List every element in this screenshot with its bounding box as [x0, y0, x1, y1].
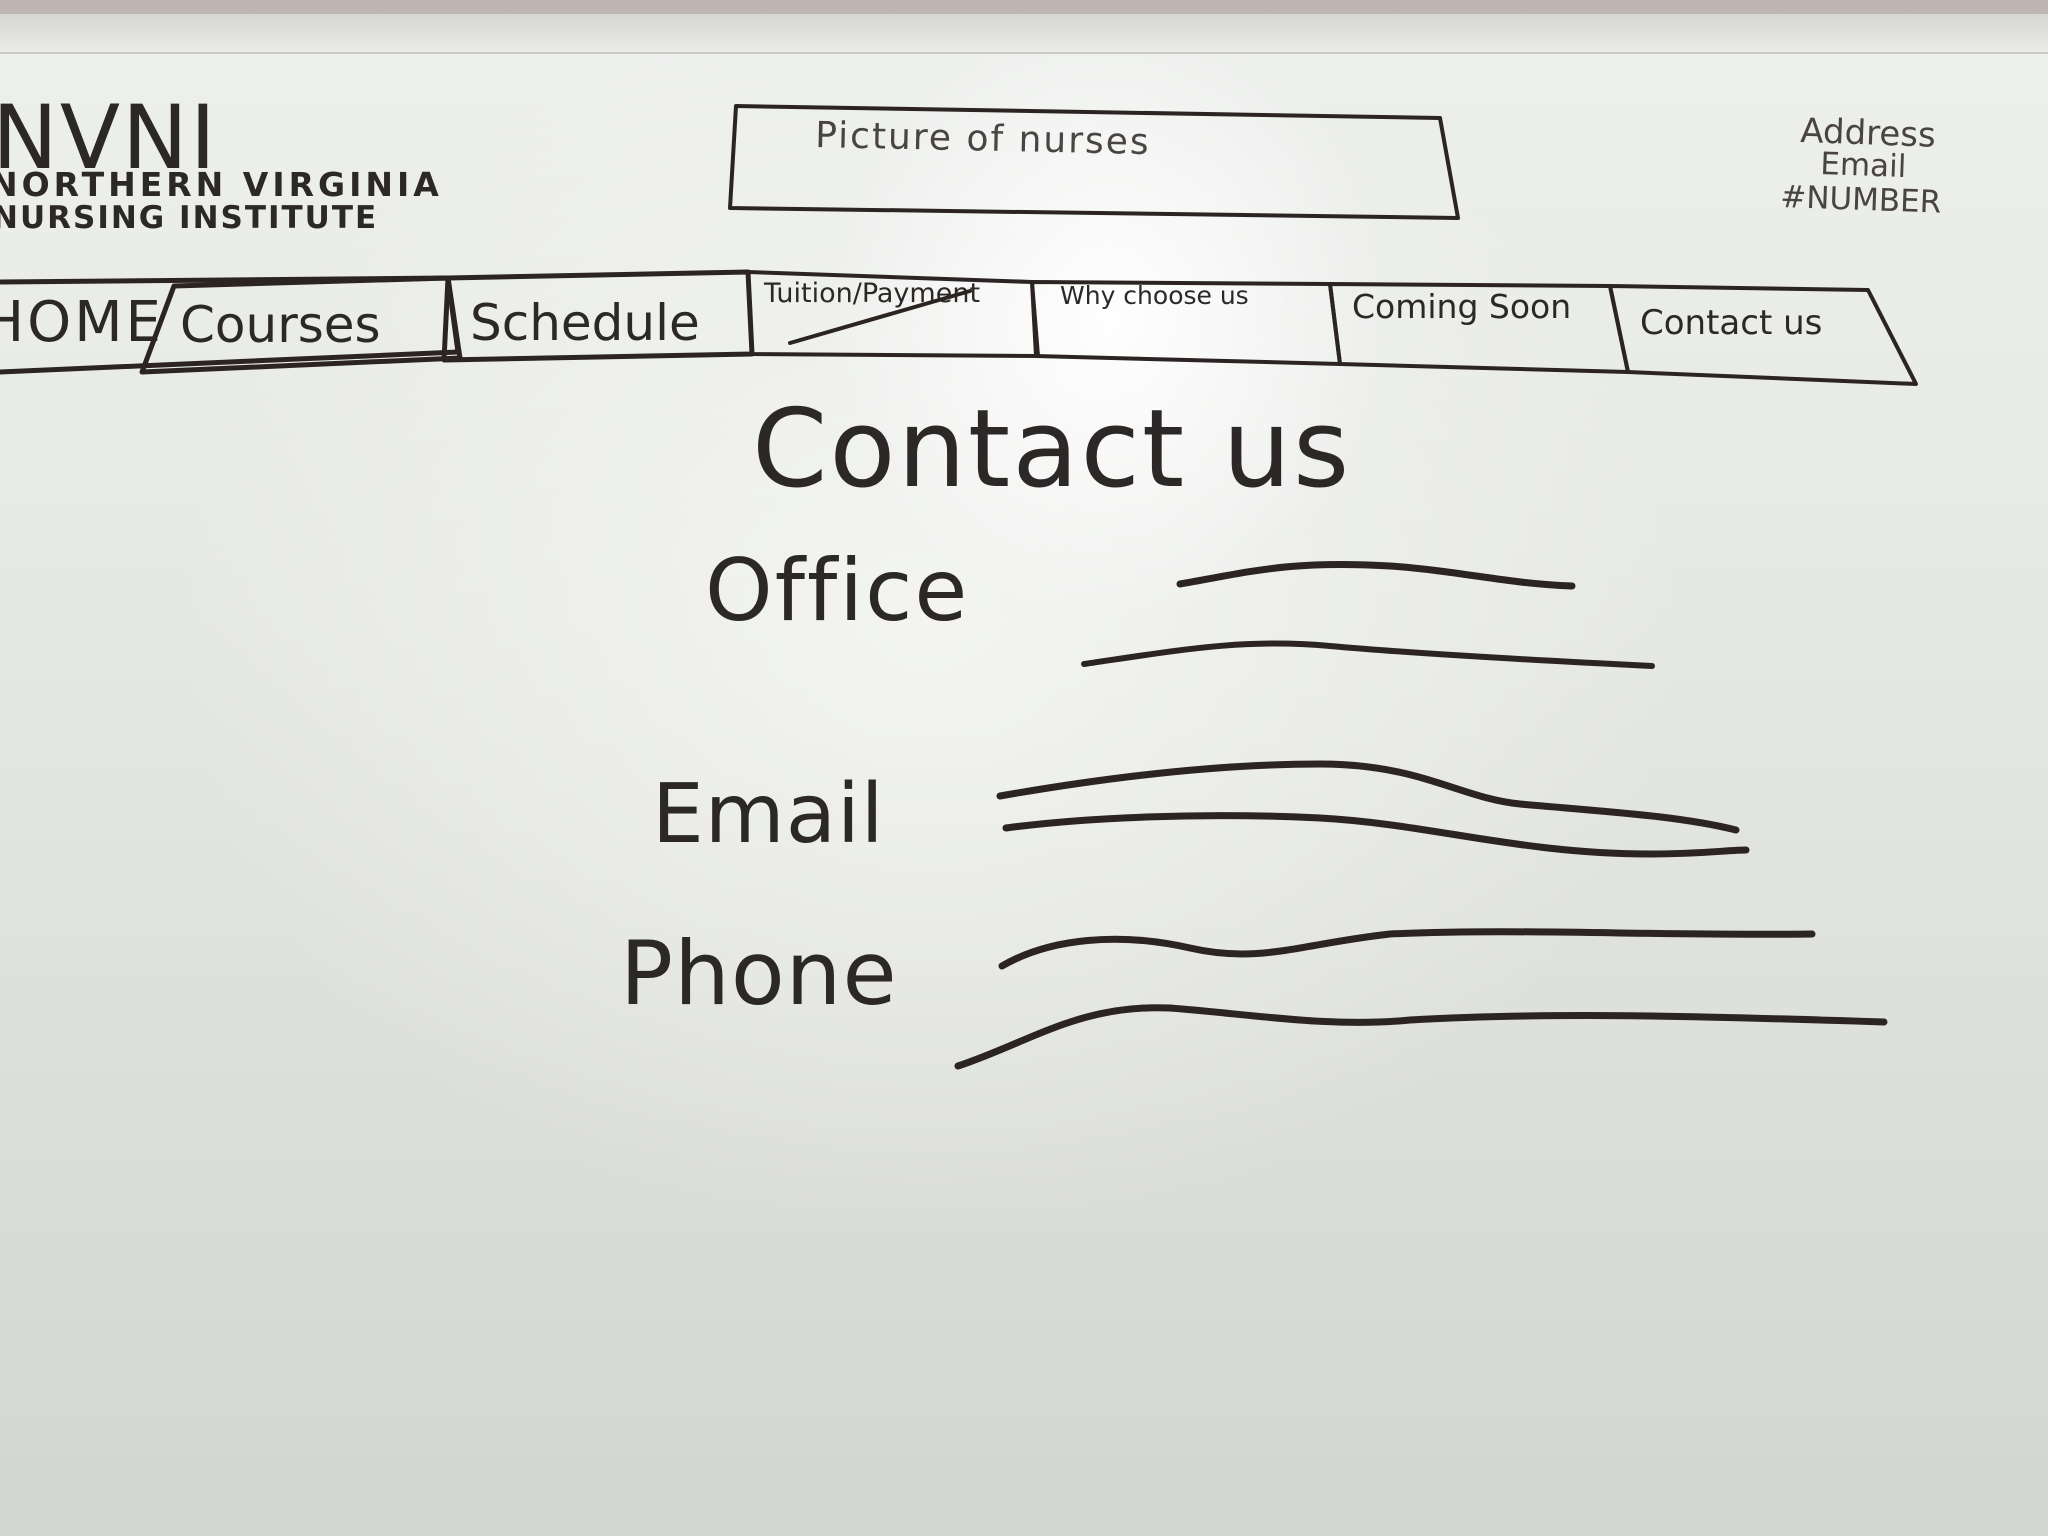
contact-page: Contact us Office Email Phone	[620, 387, 1888, 1070]
nav-tab-why-choose-us-label: Why choose us	[1060, 281, 1249, 310]
email-line-2[interactable]	[1002, 812, 1750, 858]
nav-tab-schedule-label: Schedule	[470, 294, 700, 352]
nav-tab-courses-label: Courses	[180, 296, 381, 354]
whiteboard: NVNI NORTHERN VIRGINIA NURSING INSTITUTE…	[0, 0, 2048, 1536]
hero-image-label: Picture of nurses	[815, 115, 1151, 163]
contact-info-block: Address Email #NUMBER	[1780, 111, 1942, 221]
hero-image-placeholder: Picture of nurses	[728, 104, 1460, 220]
number-line: #NUMBER	[1780, 179, 1942, 221]
office-field: Office	[705, 541, 1655, 669]
wireframe-sketch: NVNI NORTHERN VIRGINIA NURSING INSTITUTE…	[0, 86, 1942, 1070]
phone-line-2[interactable]	[954, 1004, 1888, 1070]
email-line: Email	[1820, 146, 1907, 185]
email-field: Email	[652, 760, 1750, 862]
logo-subtitle-line2: NURSING INSTITUTE	[0, 200, 378, 236]
logo[interactable]: NVNI NORTHERN VIRGINIA NURSING INSTITUTE	[0, 86, 443, 236]
phone-field: Phone	[620, 922, 1888, 1070]
nav-tab-contact-us-label: Contact us	[1640, 303, 1822, 343]
nav-tab-coming-soon-label: Coming Soon	[1352, 287, 1571, 326]
office-line-2[interactable]	[1081, 640, 1655, 669]
office-label: Office	[705, 541, 969, 641]
phone-line-1[interactable]	[998, 928, 1816, 970]
nav-tab-tuition-payment-label: Tuition/Payment	[763, 278, 980, 309]
office-line-1[interactable]	[1176, 560, 1576, 590]
logo-subtitle-line1: NORTHERN VIRGINIA	[0, 165, 443, 204]
email-label: Email	[652, 767, 885, 862]
page-title: Contact us	[752, 387, 1351, 512]
nav-tab-home-label: HOME	[0, 290, 164, 355]
nav-bar: HOME Courses Schedule Tuition/Payment Wh…	[0, 269, 1918, 386]
phone-label: Phone	[620, 922, 898, 1025]
